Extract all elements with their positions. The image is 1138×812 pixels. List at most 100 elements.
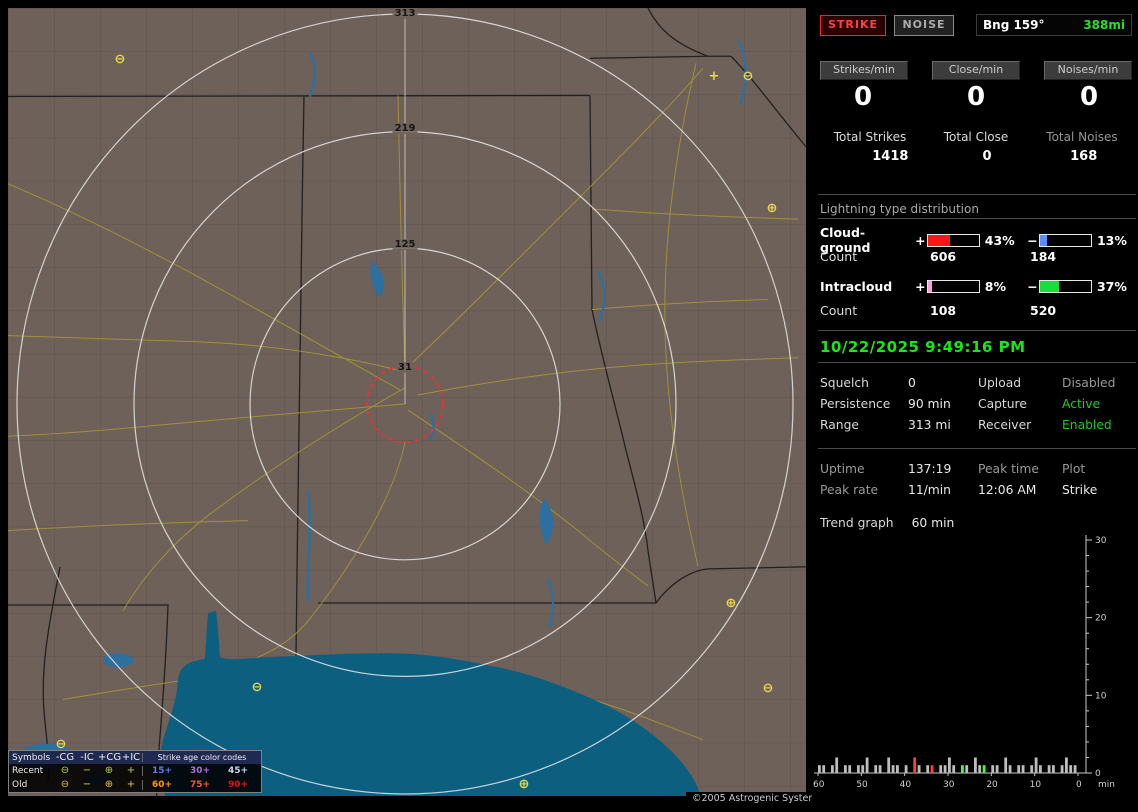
minus-cg-icon: ⊖: [54, 780, 76, 790]
age-badge: 60+: [142, 780, 181, 790]
minus-sign: −: [1026, 279, 1040, 294]
receiver-status: Enabled: [1062, 418, 1132, 432]
age-badge: 75+: [181, 780, 219, 790]
strikes-per-min-value: 0: [820, 84, 906, 110]
svg-text:30: 30: [943, 780, 955, 790]
cloud-ground-counts: Count 606 184: [820, 249, 1132, 264]
legend-col--ic: -IC: [76, 753, 98, 763]
total-noises-value: 168: [1035, 149, 1132, 164]
plus-ic-icon: +: [120, 766, 142, 776]
svg-text:60: 60: [813, 780, 825, 790]
legend-header: Symbols -CG -IC +CG +IC Strike age color…: [9, 751, 261, 764]
range-label: Range: [820, 418, 908, 432]
age-badge: 45+: [219, 766, 257, 776]
uptime-label: Uptime: [820, 462, 908, 476]
persistence-label: Persistence: [820, 397, 908, 411]
status-panel: STRIKE NOISE Bng 159° 388mi Strikes/min …: [812, 0, 1138, 812]
strike-button[interactable]: STRIKE: [820, 15, 886, 36]
noises-per-min-button[interactable]: Noises/min: [1044, 61, 1132, 80]
svg-text:min: min: [1098, 780, 1115, 790]
svg-text:20: 20: [1095, 614, 1107, 624]
squelch-value: 0: [908, 376, 978, 390]
range-ring-label: 219: [393, 123, 418, 134]
uptime-value: 137:19: [908, 462, 978, 476]
trend-graph: 30201006050403020100min: [812, 530, 1138, 800]
total-close-value: 0: [939, 149, 1036, 164]
intracloud-row: Intracloud + 8% − 37%: [820, 279, 1132, 294]
receiver-label: Receiver: [978, 418, 1062, 432]
total-strikes-label: Total Strikes: [820, 130, 920, 144]
legend-row-recent: Recent ⊖ − ⊕ + 15+ 30+ 45+: [9, 764, 261, 778]
svg-text:40: 40: [900, 780, 912, 790]
minus-percent-bar: [1039, 280, 1092, 293]
bearing-distance: 388mi: [1083, 18, 1125, 32]
plus-count: 108: [930, 303, 1030, 318]
copyright-notice: ©2005 Astrogenic Systems: [686, 792, 829, 806]
symbol-legend: Symbols -CG -IC +CG +IC Strike age color…: [8, 750, 262, 793]
trend-graph-window: 60 min: [912, 516, 955, 530]
minus-count: 184: [1030, 249, 1056, 264]
plus-cg-icon: ⊕: [98, 766, 120, 776]
plus-ic-icon: +: [120, 780, 142, 790]
intracloud-counts: Count 108 520: [820, 303, 1132, 318]
distribution-title: Lightning type distribution: [820, 202, 1132, 216]
plus-percent-bar: [927, 280, 980, 293]
upload-status: Disabled: [1062, 376, 1132, 390]
legend-col--cg: -CG: [54, 753, 76, 763]
plus-cg-icon: ⊕: [98, 780, 120, 790]
bearing-readout: Bng 159° 388mi: [976, 14, 1132, 36]
svg-text:30: 30: [1095, 536, 1107, 546]
close-per-min-button[interactable]: Close/min: [932, 61, 1020, 80]
legend-col-pcg: +CG: [98, 753, 120, 763]
minus-cg-icon: ⊖: [54, 766, 76, 776]
minus-count: 520: [1030, 303, 1056, 318]
plus-count: 606: [930, 249, 1030, 264]
minus-sign: −: [1026, 233, 1040, 248]
strike-symbol: +: [709, 70, 720, 83]
legend-row-old: Old ⊖ − ⊕ + 60+ 75+ 90+: [9, 778, 261, 792]
settings-grid: Squelch 0 Upload Disabled Persistence 90…: [820, 376, 1132, 432]
range-value: 313 mi: [908, 418, 978, 432]
strike-symbol: ⊕: [767, 202, 778, 215]
age-badge: 90+: [219, 780, 257, 790]
count-label: Count: [820, 249, 930, 264]
strike-symbol: ⊕: [726, 597, 737, 610]
total-close-label: Total Close: [926, 130, 1026, 144]
upload-label: Upload: [978, 376, 1062, 390]
peak-rate-value: 11/min: [908, 483, 978, 497]
plus-sign: +: [913, 233, 927, 248]
count-label: Count: [820, 303, 930, 318]
plus-percent: 43%: [980, 233, 1026, 248]
bearing-label: Bng 159°: [983, 18, 1045, 32]
legend-symbols-title: Symbols: [9, 753, 54, 763]
capture-label: Capture: [978, 397, 1062, 411]
close-per-min-value: 0: [933, 84, 1019, 110]
strike-symbol: ⊖: [743, 70, 754, 83]
plus-percent: 8%: [980, 279, 1026, 294]
peak-rate-label: Peak rate: [820, 483, 908, 497]
svg-text:0: 0: [1095, 769, 1101, 779]
strike-symbol: ⊖: [115, 53, 126, 66]
strikes-per-min-button[interactable]: Strikes/min: [820, 61, 908, 80]
svg-text:10: 10: [1095, 691, 1107, 701]
legend-age-title: Strike age color codes: [142, 753, 261, 762]
svg-text:10: 10: [1030, 780, 1042, 790]
range-ring-label: 125: [393, 239, 418, 250]
squelch-label: Squelch: [820, 376, 908, 390]
plus-percent-bar: [927, 234, 980, 247]
plot-value: Strike: [1062, 483, 1132, 497]
strike-map[interactable]: 313 219 125 31 ⊖+⊖⊕⊕⊖⊖⊕⊖ Symbols -CG -IC…: [8, 8, 806, 796]
legend-row-label: Old: [9, 780, 54, 790]
noises-per-min-value: 0: [1046, 84, 1132, 110]
strike-symbol: ⊖: [763, 682, 774, 695]
total-strikes-value: 1418: [842, 149, 939, 164]
age-badge: 30+: [181, 766, 219, 776]
range-ring-label: 313: [393, 8, 418, 19]
capture-status: Active: [1062, 397, 1132, 411]
svg-text:50: 50: [856, 780, 868, 790]
stats-grid: Uptime 137:19 Peak time Plot Peak rate 1…: [820, 462, 1132, 497]
strike-symbol: ⊕: [519, 778, 530, 791]
map-overlay: 313 219 125 31 ⊖+⊖⊕⊕⊖⊖⊕⊖: [8, 8, 806, 796]
noise-button[interactable]: NOISE: [894, 15, 954, 36]
minus-percent: 13%: [1092, 233, 1132, 248]
